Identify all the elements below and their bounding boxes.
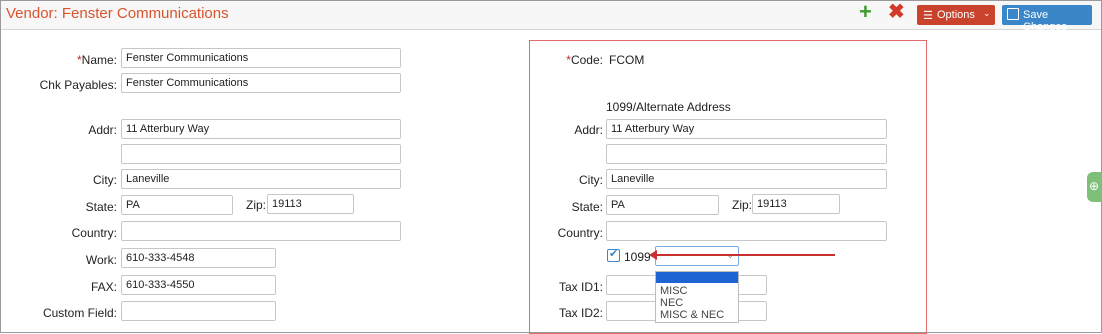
country-input[interactable] bbox=[121, 221, 401, 241]
alt-addr-label: Addr: bbox=[574, 123, 603, 137]
alternate-address-heading: 1099/Alternate Address bbox=[606, 100, 731, 114]
code-label: *Code: bbox=[566, 53, 603, 67]
alt-country-label: Country: bbox=[557, 226, 603, 240]
zip-label: Zip: bbox=[246, 198, 267, 212]
annotation-arrow-icon bbox=[649, 250, 657, 260]
save-icon bbox=[1007, 8, 1019, 20]
work-phone-input[interactable] bbox=[121, 248, 276, 268]
save-changes-button[interactable]: Save Changes bbox=[1002, 5, 1092, 33]
country-label: Country: bbox=[71, 226, 117, 240]
chk-payables-input[interactable] bbox=[121, 73, 401, 93]
state-input[interactable] bbox=[121, 195, 233, 215]
dropdown-highlight bbox=[656, 272, 738, 283]
chk-payables-label: Chk Payables: bbox=[39, 78, 117, 92]
1099-label: 1099 bbox=[624, 250, 651, 264]
alt-addr1-input[interactable] bbox=[606, 119, 887, 139]
1099-type-select[interactable]: ⌄ bbox=[655, 246, 739, 266]
fax-label: FAX: bbox=[90, 280, 117, 294]
fax-input[interactable] bbox=[121, 275, 276, 295]
name-label: *Name: bbox=[76, 53, 117, 67]
page-title: Vendor: Fenster Communications bbox=[6, 5, 229, 22]
options-button[interactable]: ☰ Options ⌄ bbox=[917, 5, 995, 25]
custom-field-label: Custom Field: bbox=[42, 306, 117, 320]
state-label: State: bbox=[85, 200, 117, 214]
city-input[interactable] bbox=[121, 169, 401, 189]
chevron-down-icon: ⌄ bbox=[983, 8, 991, 18]
delete-icon[interactable]: ✖ bbox=[888, 2, 905, 22]
alt-state-label: State: bbox=[571, 200, 603, 214]
addr-label: Addr: bbox=[88, 123, 117, 137]
alt-state-input[interactable] bbox=[606, 195, 719, 215]
list-icon: ☰ bbox=[923, 10, 933, 22]
alt-country-input[interactable] bbox=[606, 221, 887, 241]
1099-checkbox[interactable] bbox=[607, 247, 620, 262]
options-label: Options bbox=[937, 9, 975, 21]
add-icon[interactable]: + bbox=[859, 1, 872, 23]
annotation-arrow-line bbox=[655, 254, 835, 256]
alt-addr2-input[interactable] bbox=[606, 144, 887, 164]
alt-zip-label: Zip: bbox=[732, 198, 753, 212]
save-label: Save Changes bbox=[1023, 9, 1068, 33]
work-label: Work: bbox=[85, 253, 117, 267]
code-value: FCOM bbox=[609, 53, 645, 67]
alt-city-label: City: bbox=[579, 173, 603, 187]
addr2-input[interactable] bbox=[121, 144, 401, 164]
page-header: Vendor: Fenster Communications + ✖ ☰ Opt… bbox=[1, 1, 1101, 33]
name-input[interactable] bbox=[121, 48, 401, 68]
dropdown-option-nec[interactable]: NEC bbox=[660, 297, 683, 309]
alt-city-input[interactable] bbox=[606, 169, 887, 189]
1099-type-dropdown: MISC NEC MISC & NEC bbox=[655, 271, 739, 323]
dropdown-option-misc-nec[interactable]: MISC & NEC bbox=[660, 309, 724, 321]
zoom-side-tab[interactable]: ⊕ bbox=[1087, 172, 1102, 202]
city-label: City: bbox=[93, 173, 117, 187]
dropdown-option-misc[interactable]: MISC bbox=[660, 285, 688, 297]
custom-field-input[interactable] bbox=[121, 301, 276, 321]
alt-zip-input[interactable] bbox=[752, 194, 840, 214]
zip-input[interactable] bbox=[267, 194, 354, 214]
taxid2-label: Tax ID2: bbox=[558, 306, 603, 320]
zoom-in-icon: ⊕ bbox=[1089, 179, 1100, 193]
addr1-input[interactable] bbox=[121, 119, 401, 139]
taxid1-label: Tax ID1: bbox=[558, 280, 603, 294]
